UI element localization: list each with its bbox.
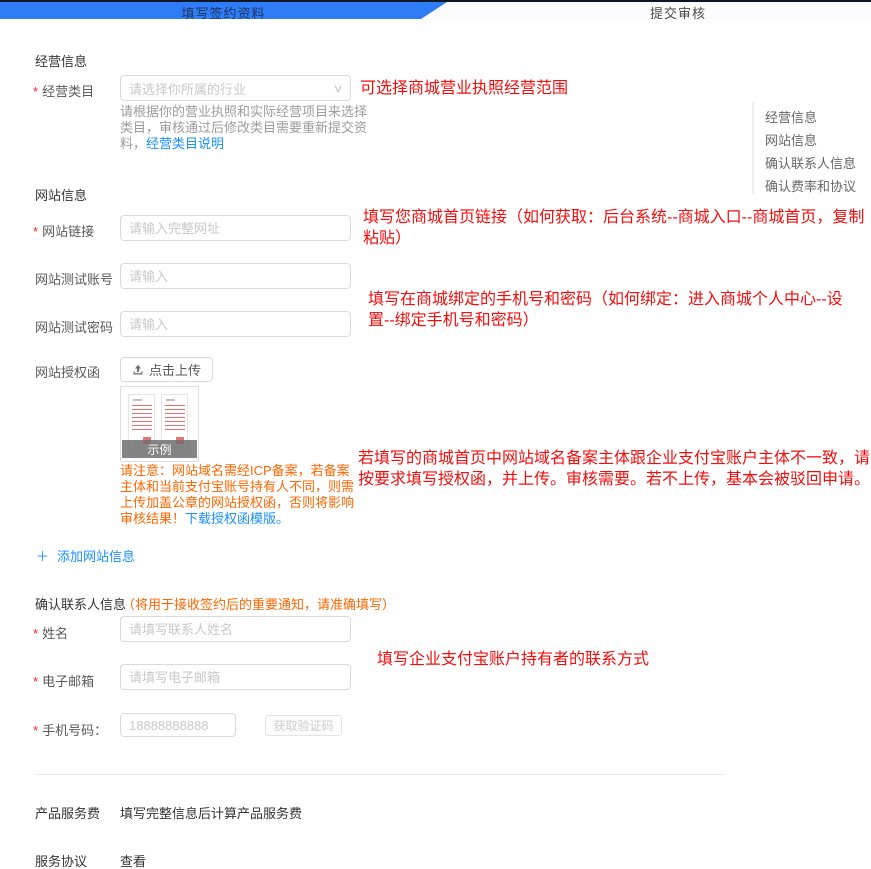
step-submit-review[interactable]: 提交审核 bbox=[650, 3, 706, 22]
contact-name-input[interactable] bbox=[120, 616, 351, 642]
field-label-test-password: 网站测试密码 bbox=[35, 317, 113, 336]
auth-letter-warning: 请注意：网站域名需经ICP备案，若备案主体和当前支付宝账号持有人不同，则需上传加… bbox=[120, 463, 360, 527]
upload-button[interactable]: 点击上传 bbox=[120, 357, 213, 382]
required-mark: * bbox=[33, 626, 38, 641]
annotation-contact: 填写企业支付宝账户持有者的联系方式 bbox=[377, 649, 677, 670]
sample-badge: 示例 bbox=[122, 440, 197, 458]
annotation-test-account: 填写在商城绑定的手机号和密码（如何绑定：进入商城个人中心--设置--绑定手机号和… bbox=[368, 289, 858, 331]
step-fill-contract-info[interactable]: 填写签约资料 bbox=[0, 2, 447, 19]
business-category-select[interactable]: 请选择你所属的行业 ∨ bbox=[120, 75, 351, 101]
business-category-help: 请根据你的营业执照和实际经营项目来选择类目，审核通过后修改类目需要重新提交资料，… bbox=[120, 104, 370, 152]
anchor-item-contact-info[interactable]: 确认联系人信息 bbox=[765, 153, 856, 172]
upload-icon bbox=[132, 364, 144, 376]
agreement-view-link[interactable]: 查看 bbox=[120, 851, 146, 869]
annotation-website-link: 填写您商城首页链接（如何获取：后台系统--商城入口--商城首页，复制粘贴） bbox=[363, 207, 868, 249]
field-label-name: *姓名 bbox=[33, 623, 68, 642]
merchant-signup-form-page: 填写签约资料 提交审核 经营信息 网站信息 确认联系人信息 确认费率和协议 经营… bbox=[0, 0, 871, 869]
upload-button-label: 点击上传 bbox=[149, 360, 201, 379]
section-title-business-info: 经营信息 bbox=[35, 51, 87, 70]
anchor-item-business-info[interactable]: 经营信息 bbox=[765, 107, 817, 126]
get-sms-code-button[interactable]: 获取验证码 bbox=[265, 715, 342, 736]
field-label-business-category: *经营类目 bbox=[33, 81, 94, 100]
chevron-down-icon: ∨ bbox=[332, 82, 343, 95]
annotation-business-category: 可选择商城营业执照经营范围 bbox=[360, 78, 590, 99]
download-template-link[interactable]: 下载授权函模版。 bbox=[185, 511, 289, 526]
section-title-website-info: 网站信息 bbox=[35, 185, 87, 204]
required-mark: * bbox=[33, 84, 38, 99]
required-mark: * bbox=[33, 674, 38, 689]
category-help-link[interactable]: 经营类目说明 bbox=[146, 136, 224, 151]
anchor-nav-rail bbox=[752, 103, 754, 193]
field-label-website-link: *网站链接 bbox=[33, 221, 94, 240]
contact-phone-input[interactable] bbox=[120, 713, 236, 737]
anchor-item-website-info[interactable]: 网站信息 bbox=[765, 130, 817, 149]
step-fill-contract-info-label: 填写签约资料 bbox=[181, 3, 265, 22]
business-category-placeholder: 请选择你所属的行业 bbox=[129, 79, 334, 98]
required-mark: * bbox=[33, 224, 38, 239]
website-link-input[interactable] bbox=[120, 215, 351, 241]
website-test-account-input[interactable] bbox=[120, 263, 351, 289]
annotation-auth-letter: 若填写的商城首页中网站域名备案主体跟企业支付宝账户主体不一致，请按要求填写授权函… bbox=[358, 448, 871, 490]
field-label-service-fee: 产品服务费 bbox=[35, 803, 100, 822]
required-mark: * bbox=[33, 723, 38, 738]
field-label-phone: *手机号码： bbox=[33, 720, 107, 739]
field-label-agreement: 服务协议 bbox=[35, 851, 87, 869]
steps-bar: 填写签约资料 提交审核 bbox=[0, 2, 871, 19]
auth-letter-sample-thumbnail[interactable]: 示例 bbox=[120, 386, 199, 462]
contact-email-input[interactable] bbox=[120, 664, 351, 690]
field-label-email: *电子邮箱 bbox=[33, 671, 94, 690]
anchor-item-rate-agreement[interactable]: 确认费率和协议 bbox=[765, 176, 856, 195]
section-divider bbox=[35, 774, 725, 775]
website-test-password-input[interactable] bbox=[120, 311, 351, 337]
service-fee-value: 填写完整信息后计算产品服务费 bbox=[120, 803, 302, 822]
field-label-auth-letter: 网站授权函 bbox=[35, 362, 100, 381]
contact-info-note: （将用于接收签约后的重要通知，请准确填写） bbox=[122, 594, 395, 613]
field-label-test-account: 网站测试账号 bbox=[35, 269, 113, 288]
add-website-info-link[interactable]: ＋ 添加网站信息 bbox=[36, 546, 135, 565]
section-title-contact-info: 确认联系人信息 bbox=[35, 594, 126, 613]
plus-icon: ＋ bbox=[36, 549, 49, 564]
add-website-info-label: 添加网站信息 bbox=[57, 549, 135, 564]
